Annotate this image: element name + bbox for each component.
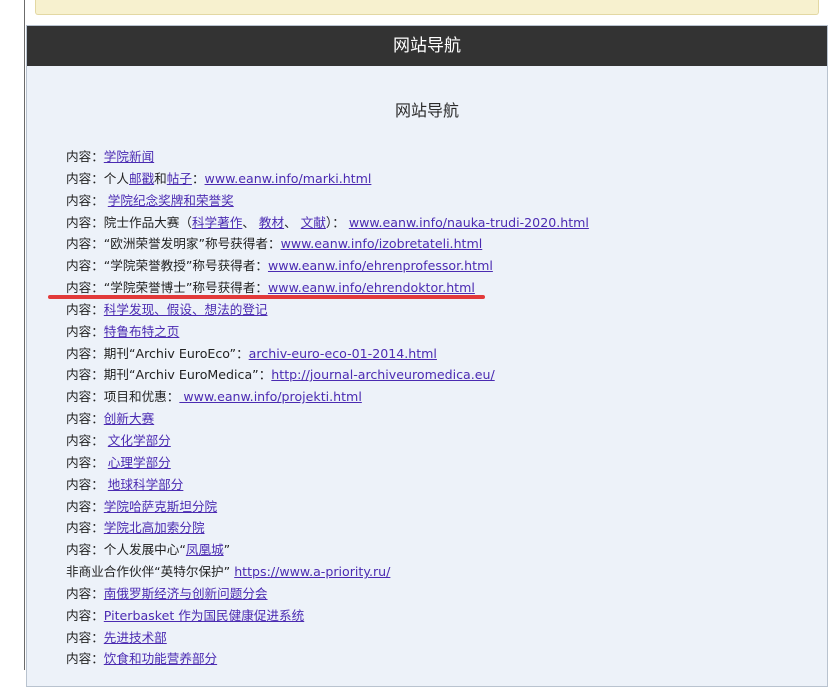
nav-list-item: 内容：科学发现、假设、想法的登记 bbox=[66, 299, 589, 321]
top-notice-box bbox=[35, 0, 819, 15]
nav-list-item: 内容：“学院荣誉教授”称号获得者：www.eanw.info/ehrenprof… bbox=[66, 255, 589, 277]
nav-link[interactable]: 学院北高加索分院 bbox=[104, 520, 205, 535]
nav-link[interactable]: archiv-euro-eco-01-2014.html bbox=[249, 346, 437, 361]
nav-list-item: 内容：院士作品大赛（科学著作、 教材、 文献）： www.eanw.info/n… bbox=[66, 212, 589, 234]
nav-link[interactable]: 学院新闻 bbox=[104, 149, 154, 164]
nav-item-text: 和 bbox=[154, 170, 167, 186]
nav-item-text: 内容： bbox=[66, 520, 104, 536]
navigation-list: 内容：学院新闻 内容：个人邮戳和帖子：www.eanw.info/marki.ht… bbox=[66, 146, 589, 670]
nav-link[interactable]: 创新大赛 bbox=[104, 411, 154, 426]
nav-list-item: 内容：项目和优惠： www.eanw.info/projekti.html bbox=[66, 386, 589, 408]
nav-item-text: 内容：个人发展中心“ bbox=[66, 542, 186, 558]
nav-item-text: 内容： bbox=[66, 323, 104, 339]
nav-item-text: 内容：院士作品大赛（ bbox=[66, 214, 192, 230]
nav-item-text: 内容：个人 bbox=[66, 170, 129, 186]
nav-list-item: 内容： 地球科学部分 bbox=[66, 474, 589, 496]
nav-item-text: 非商业合作伙伴“英特尔保护” bbox=[66, 564, 235, 580]
nav-list-item: 内容：学院北高加索分院 bbox=[66, 517, 589, 539]
nav-list-item: 内容：个人邮戳和帖子：www.eanw.info/marki.html bbox=[66, 168, 589, 190]
nav-link[interactable]: www.eanw.info/nauka-trudi-2020.html bbox=[349, 215, 589, 230]
nav-item-text: ” bbox=[223, 542, 231, 558]
nav-item-text: 内容： bbox=[66, 629, 104, 645]
nav-item-text: 内容：“欧洲荣誉发明家”称号获得者： bbox=[66, 236, 281, 252]
nav-link[interactable]: http://journal-archiveuromedica.eu/ bbox=[271, 367, 494, 382]
nav-list-item: 内容：特鲁布特之页 bbox=[66, 321, 589, 343]
nav-list-item: 内容：期刊“Archiv EuroMedica”：http://journal-… bbox=[66, 364, 589, 386]
nav-list-item: 内容： 文化学部分 bbox=[66, 430, 589, 452]
nav-link[interactable]: www.eanw.info/marki.html bbox=[205, 171, 372, 186]
nav-item-text: 、 bbox=[284, 214, 301, 230]
nav-list-item: 内容：“欧洲荣誉发明家”称号获得者：www.eanw.info/izobreta… bbox=[66, 233, 589, 255]
nav-list-item: 内容： 学院纪念奖牌和荣誉奖 bbox=[66, 190, 589, 212]
nav-link[interactable]: 科学著作 bbox=[192, 215, 242, 230]
nav-link[interactable]: https://www.a-priority.ru/ bbox=[234, 564, 390, 579]
nav-list-item: 内容：Piterbasket 作为国民健康促进系统 bbox=[66, 605, 589, 627]
red-highlight-underline bbox=[48, 295, 485, 299]
nav-item-text: 内容： bbox=[66, 192, 108, 208]
nav-link[interactable]: 帖子 bbox=[167, 171, 192, 186]
nav-link[interactable]: 学院哈萨克斯坦分院 bbox=[104, 499, 217, 514]
nav-item-text: 内容： bbox=[66, 607, 104, 623]
navigation-header: 网站导航 bbox=[27, 26, 827, 66]
nav-item-text: 内容：期刊“Archiv EuroEco”： bbox=[66, 345, 249, 361]
nav-item-text: 内容：“学院荣誉教授”称号获得者： bbox=[66, 258, 268, 274]
nav-item-text: ）： bbox=[325, 214, 349, 230]
nav-link[interactable]: 心理学部分 bbox=[108, 455, 171, 470]
nav-link[interactable]: www.eanw.info/izobretateli.html bbox=[281, 236, 483, 251]
nav-list-item: 内容：学院新闻 bbox=[66, 146, 589, 168]
nav-link[interactable]: 南俄罗斯经济与创新问题分会 bbox=[104, 586, 268, 601]
nav-link[interactable]: 特鲁布特之页 bbox=[104, 324, 180, 339]
nav-link[interactable]: Piterbasket 作为国民健康促进系统 bbox=[104, 608, 304, 623]
nav-item-text: 内容： bbox=[66, 476, 108, 492]
nav-item-text: 内容：“学院荣誉博士”称号获得者： bbox=[66, 280, 268, 296]
nav-list-item: 内容：个人发展中心“凤凰城” bbox=[66, 539, 589, 561]
nav-list-item: 内容：学院哈萨克斯坦分院 bbox=[66, 496, 589, 518]
nav-list-item: 内容：饮食和功能营养部分 bbox=[66, 648, 589, 670]
nav-link[interactable]: 饮食和功能营养部分 bbox=[104, 651, 217, 666]
page-left-border bbox=[24, 0, 25, 670]
nav-link[interactable]: 凤凰城 bbox=[186, 542, 224, 557]
nav-item-text: ： bbox=[191, 170, 205, 186]
nav-list-item: 内容：南俄罗斯经济与创新问题分会 bbox=[66, 583, 589, 605]
nav-link[interactable]: www.eanw.info/ehrenprofessor.html bbox=[268, 258, 493, 273]
nav-list-item: 内容：期刊“Archiv EuroEco”：archiv-euro-eco-01… bbox=[66, 343, 589, 365]
nav-item-text: 内容： bbox=[66, 301, 104, 317]
nav-link[interactable]: 学院纪念奖牌和荣誉奖 bbox=[108, 193, 234, 208]
nav-link[interactable]: 邮戳 bbox=[129, 171, 154, 186]
nav-item-text: 内容： bbox=[66, 432, 108, 448]
nav-item-text: 内容： bbox=[66, 454, 108, 470]
nav-list-item: 内容：先进技术部 bbox=[66, 627, 589, 649]
nav-link[interactable]: www.eanw.info/projekti.html bbox=[179, 389, 361, 404]
nav-link[interactable]: 先进技术部 bbox=[104, 630, 167, 645]
nav-list-item: 非商业合作伙伴“英特尔保护” https://www.a-priority.ru… bbox=[66, 561, 589, 583]
nav-link[interactable]: 教材 bbox=[259, 215, 284, 230]
nav-item-text: 、 bbox=[242, 214, 259, 230]
nav-item-text: 内容： bbox=[66, 411, 104, 427]
nav-link[interactable]: 文献 bbox=[301, 215, 326, 230]
nav-item-text: 内容： bbox=[66, 651, 104, 667]
nav-list-item: 内容：创新大赛 bbox=[66, 408, 589, 430]
nav-link[interactable]: 地球科学部分 bbox=[108, 477, 184, 492]
navigation-subtitle: 网站导航 bbox=[394, 101, 459, 120]
nav-item-text: 内容：项目和优惠： bbox=[66, 389, 180, 405]
nav-item-text: 内容： bbox=[66, 149, 104, 164]
nav-item-text: 内容： bbox=[66, 498, 104, 514]
nav-list-item: 内容： 心理学部分 bbox=[66, 452, 589, 474]
nav-item-text: 内容：期刊“Archiv EuroMedica”： bbox=[66, 367, 272, 383]
nav-link[interactable]: www.eanw.info/ehrendoktor.html bbox=[268, 280, 475, 295]
nav-link[interactable]: 文化学部分 bbox=[108, 433, 171, 448]
nav-link[interactable]: 科学发现、假设、想法的登记 bbox=[104, 302, 268, 317]
nav-item-text: 内容： bbox=[66, 585, 104, 601]
site-navigation-panel: 网站导航 网站导航 内容：学院新闻 内容：个人邮戳和帖子：www.eanw.inf… bbox=[26, 25, 828, 687]
